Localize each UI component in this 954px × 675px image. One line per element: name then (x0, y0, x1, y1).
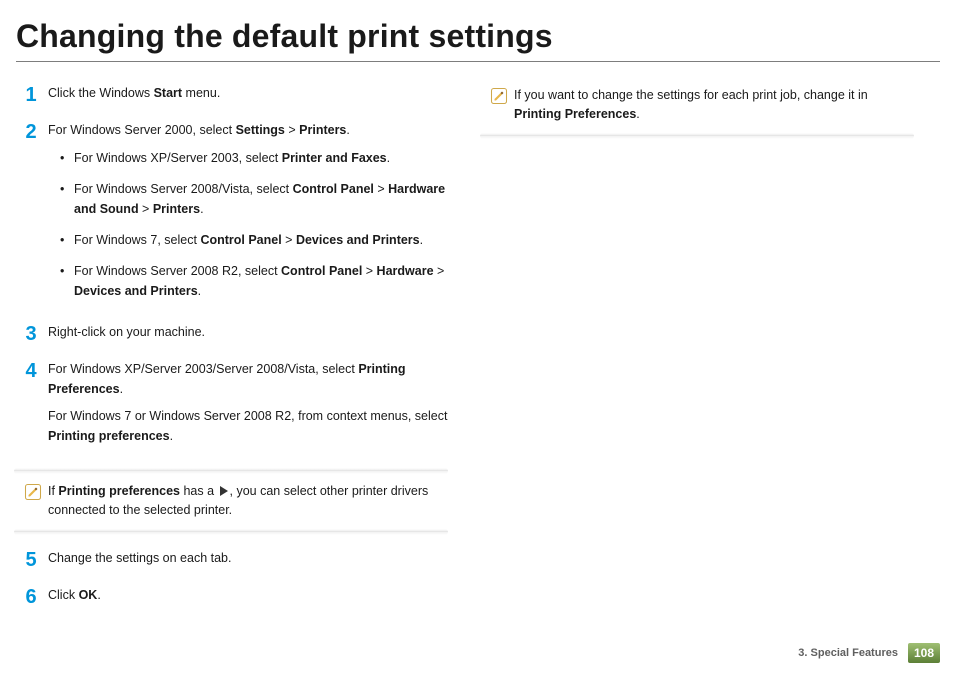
bold: Printer and Faxes (282, 151, 387, 165)
bold: Control Panel (293, 182, 374, 196)
note-box: If you want to change the settings for e… (480, 78, 914, 139)
text: For Windows Server 2008 R2, select (74, 264, 281, 278)
text: . (200, 202, 203, 216)
note-pencil-icon (24, 483, 42, 501)
text: . (170, 429, 173, 443)
text: has a (180, 484, 218, 498)
step-body: Change the settings on each tab. (48, 549, 448, 576)
bold: Printing preferences (58, 484, 180, 498)
note-icon-cell (484, 86, 514, 125)
text: . (636, 107, 639, 121)
step-4: 4 For Windows XP/Server 2003/Server 2008… (14, 360, 448, 454)
triangle-icon (220, 486, 228, 496)
step-5: 5 Change the settings on each tab. (14, 549, 448, 576)
step-3: 3 Right-click on your machine. (14, 323, 448, 350)
text: . (120, 382, 123, 396)
note-body: If you want to change the settings for e… (480, 78, 914, 133)
bold: Devices and Printers (74, 284, 198, 298)
page-number-badge: 108 (908, 643, 940, 663)
page-title: Changing the default print settings (0, 0, 954, 61)
bold: Printing Preferences (514, 107, 636, 121)
text: Right-click on your machine. (48, 323, 448, 342)
text: If you want to change the settings for e… (514, 88, 868, 102)
text: . (420, 233, 423, 247)
text: Click (48, 588, 79, 602)
text: If (48, 484, 58, 498)
step-body: Right-click on your machine. (48, 323, 448, 350)
text: > (285, 123, 299, 137)
text: . (97, 588, 100, 602)
note-icon-cell (18, 482, 48, 521)
text: > (282, 233, 296, 247)
step-body: Click OK. (48, 586, 448, 613)
list-item: For Windows 7, select Control Panel > De… (60, 231, 448, 250)
bold: Start (154, 86, 182, 100)
text: Click the Windows (48, 86, 154, 100)
text: Change the settings on each tab. (48, 549, 448, 568)
text: > (139, 202, 153, 216)
bold: Hardware (377, 264, 434, 278)
step-1: 1 Click the Windows Start menu. (14, 84, 448, 111)
text: > (362, 264, 376, 278)
page: Changing the default print settings 1 Cl… (0, 0, 954, 675)
bold: Devices and Printers (296, 233, 420, 247)
text: menu. (182, 86, 220, 100)
left-column: 1 Click the Windows Start menu. 2 For Wi… (0, 74, 460, 621)
footer-chapter: 3. Special Features (798, 647, 898, 659)
text: . (387, 151, 390, 165)
step-6: 6 Click OK. (14, 586, 448, 613)
text: For Windows Server 2000, select (48, 123, 236, 137)
list-item: For Windows Server 2008 R2, select Contr… (60, 262, 448, 301)
text: > (374, 182, 388, 196)
bold: Control Panel (200, 233, 281, 247)
note-body: If Printing preferences has a , you can … (14, 474, 448, 529)
note-bar (14, 529, 448, 535)
bold: Control Panel (281, 264, 362, 278)
text: . (198, 284, 201, 298)
step-number: 2 (14, 121, 48, 313)
text: For Windows 7 or Windows Server 2008 R2,… (48, 409, 447, 423)
text: . (346, 123, 349, 137)
step-body: For Windows Server 2000, select Settings… (48, 121, 448, 313)
step-body: Click the Windows Start menu. (48, 84, 448, 111)
column-layout: 1 Click the Windows Start menu. 2 For Wi… (0, 62, 954, 621)
bold: Printers (153, 202, 200, 216)
text: For Windows XP/Server 2003, select (74, 151, 282, 165)
note-box: If Printing preferences has a , you can … (14, 468, 448, 535)
step-number: 1 (14, 84, 48, 111)
right-column: If you want to change the settings for e… (468, 74, 928, 621)
bold: Settings (236, 123, 285, 137)
bold: Printers (299, 123, 346, 137)
text: > (434, 264, 445, 278)
bold: OK (79, 588, 98, 602)
text: For Windows 7, select (74, 233, 200, 247)
footer: 3. Special Features 108 (798, 643, 940, 663)
list-item: For Windows XP/Server 2003, select Print… (60, 149, 448, 168)
note-pencil-icon (490, 87, 508, 105)
list-item: For Windows Server 2008/Vista, select Co… (60, 180, 448, 219)
step-number: 5 (14, 549, 48, 576)
bold: Printing preferences (48, 429, 170, 443)
text: For Windows Server 2008/Vista, select (74, 182, 293, 196)
step-2: 2 For Windows Server 2000, select Settin… (14, 121, 448, 313)
step-number: 3 (14, 323, 48, 350)
text: For Windows XP/Server 2003/Server 2008/V… (48, 362, 358, 376)
step-number: 6 (14, 586, 48, 613)
sub-list: For Windows XP/Server 2003, select Print… (48, 149, 448, 301)
note-bar (480, 133, 914, 139)
step-body: For Windows XP/Server 2003/Server 2008/V… (48, 360, 448, 454)
step-number: 4 (14, 360, 48, 454)
